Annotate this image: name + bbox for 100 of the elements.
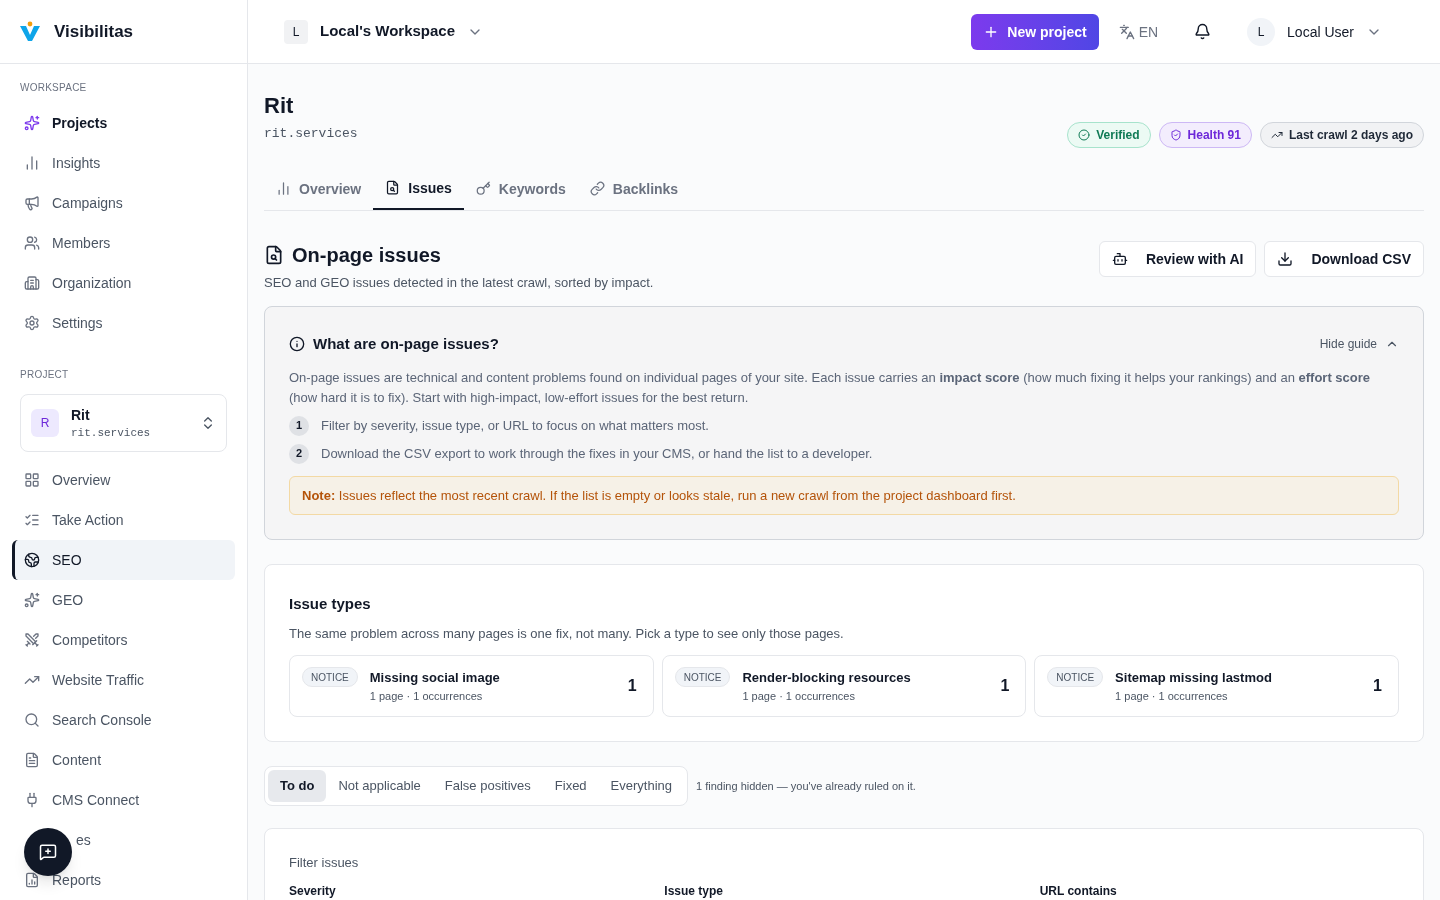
step-text: Filter by severity, issue type, or URL to focus on what matters most. (321, 416, 709, 435)
translate-icon (1118, 23, 1135, 40)
check-circle-icon (1078, 128, 1091, 141)
sparkles-icon (24, 115, 40, 131)
grid-icon (24, 472, 40, 488)
status-badge: Verified (1067, 121, 1151, 148)
sidebar-item[interactable]: Search Console (12, 700, 235, 740)
status-tab[interactable]: To do (268, 770, 327, 802)
review-ai-button[interactable]: Review with AI (1098, 240, 1257, 277)
info-icon (289, 336, 305, 353)
issue-count: 1 (627, 676, 637, 696)
issue-meta: 1 page · 1 occurrences (369, 688, 484, 704)
issue-type-card[interactable]: NOTICE Sitemap missing lastmod 1 page · 1 occurrences 1 (1034, 655, 1399, 717)
sidebar-item[interactable]: SEO (12, 540, 235, 580)
page-tab[interactable]: Overview (264, 167, 374, 210)
user-menu[interactable]: L Local User (1247, 17, 1382, 46)
status-tab[interactable]: Everything (598, 770, 684, 802)
sidebar-item[interactable]: Content (12, 740, 235, 780)
globe-icon (24, 552, 40, 568)
severity-tag: NOTICE (302, 667, 358, 687)
issue-type-card[interactable]: NOTICE Render-blocking resources 1 page · 1 occurrences 1 (661, 655, 1027, 717)
building-icon (24, 275, 40, 291)
download-csv-button[interactable]: Download CSV (1264, 240, 1424, 277)
sidebar-item[interactable]: Website Traffic (12, 660, 235, 700)
workspace-avatar: L (284, 19, 308, 44)
sidebar-item[interactable]: es (76, 830, 91, 850)
section-subtitle: SEO and GEO issues detected in the latest crawl, sorted by impact. (264, 273, 654, 292)
bar-chart-icon (24, 155, 40, 171)
report-icon (24, 872, 40, 888)
page-tab[interactable]: Issues (373, 167, 464, 210)
chat-button[interactable] (24, 828, 72, 876)
document-search-icon (264, 244, 284, 265)
page-domain: rit.services (264, 125, 358, 143)
sidebar-item[interactable]: Competitors (12, 620, 235, 660)
document-icon (24, 752, 40, 768)
brand-name: Visibilitas (54, 20, 134, 43)
issue-name: Missing social image (369, 669, 501, 687)
key-icon (475, 181, 491, 196)
logo-icon (18, 19, 42, 44)
section-heading: PROJECT (19, 368, 70, 382)
hide-guide-button[interactable]: Hide guide (1319, 336, 1399, 353)
sidebar-item[interactable]: Reports (12, 860, 235, 900)
document-search-icon (385, 180, 401, 195)
page-title: Rit (264, 92, 295, 120)
project-switcher[interactable]: R Rit rit.services (20, 394, 227, 452)
step-number: 1 (289, 415, 309, 436)
status-tab[interactable]: False positives (432, 770, 543, 802)
status-badge: Last crawl 2 days ago (1259, 121, 1424, 148)
checklist-icon (24, 512, 40, 528)
status-badge: Health 91 (1158, 121, 1252, 148)
hidden-note: 1 finding hidden — you've already ruled on it. (696, 778, 916, 794)
sidebar-item[interactable]: GEO (12, 580, 235, 620)
field-label: Severity (289, 882, 337, 899)
chat-plus-icon (39, 843, 57, 861)
shield-icon (1169, 128, 1182, 141)
step-text: Download the CSV export to work through the fixes in your CMS, or hand the list to a developer. (321, 444, 873, 463)
sidebar-item[interactable]: Settings (12, 303, 235, 343)
workspace-switcher[interactable]: L Local's Workspace (284, 19, 483, 44)
page-tab[interactable]: Backlinks (577, 167, 691, 210)
issue-meta: 1 page · 1 occurrences (1115, 688, 1229, 704)
sidebar-item[interactable]: Projects (12, 103, 235, 143)
severity-tag: NOTICE (674, 667, 731, 687)
sparkles-icon (24, 592, 40, 608)
issue-count: 1 (1373, 676, 1382, 696)
severity-tag: NOTICE (1047, 667, 1104, 687)
issue-count: 1 (1000, 676, 1010, 696)
project-domain: rit.services (71, 425, 152, 441)
plug-icon (24, 792, 40, 808)
card-title: Filter issues (289, 854, 360, 872)
guide-note: Note: Issues reflect the most recent crawl. If the list is empty or looks stale, run a new crawl from the project dashboard first. (289, 475, 1399, 515)
sidebar-item[interactable]: Campaigns (12, 183, 235, 223)
status-tab[interactable]: Fixed (542, 770, 599, 802)
guide-title: What are on-page issues? (313, 334, 499, 354)
issue-type-card[interactable]: NOTICE Missing social image 1 page · 1 occurrences 1 (289, 655, 654, 717)
user-name: Local User (1287, 22, 1354, 42)
status-tab[interactable]: Not applicable (326, 770, 433, 802)
sidebar-item[interactable]: Overview (12, 460, 235, 500)
section-heading: WORKSPACE (19, 81, 88, 95)
megaphone-icon (24, 195, 40, 211)
bell-icon[interactable] (1194, 23, 1212, 40)
issue-meta: 1 page · 1 occurrences (742, 688, 856, 704)
settings-icon (24, 315, 40, 331)
section-title: On-page issues (292, 242, 441, 268)
sidebar-item[interactable]: CMS Connect (12, 780, 235, 820)
new-project-button[interactable]: New project (971, 13, 1099, 50)
workspace-name: Local's Workspace (320, 21, 455, 42)
bar-chart-icon (276, 181, 291, 196)
sidebar-item[interactable]: Take Action (12, 500, 235, 540)
field-label: Issue type (664, 882, 725, 899)
language-button[interactable]: EN (1118, 21, 1159, 42)
project-avatar: R (31, 409, 59, 437)
user-avatar: L (1247, 17, 1276, 46)
link-icon (589, 181, 605, 196)
field-label: URL contains (1039, 882, 1118, 899)
issue-name: Render-blocking resources (742, 669, 912, 687)
sidebar-item[interactable]: Insights (12, 143, 235, 183)
sidebar-item[interactable]: Members (12, 223, 235, 263)
project-name: Rit (71, 405, 91, 425)
page-tab[interactable]: Keywords (463, 167, 578, 210)
sidebar-item[interactable]: Organization (12, 263, 235, 303)
